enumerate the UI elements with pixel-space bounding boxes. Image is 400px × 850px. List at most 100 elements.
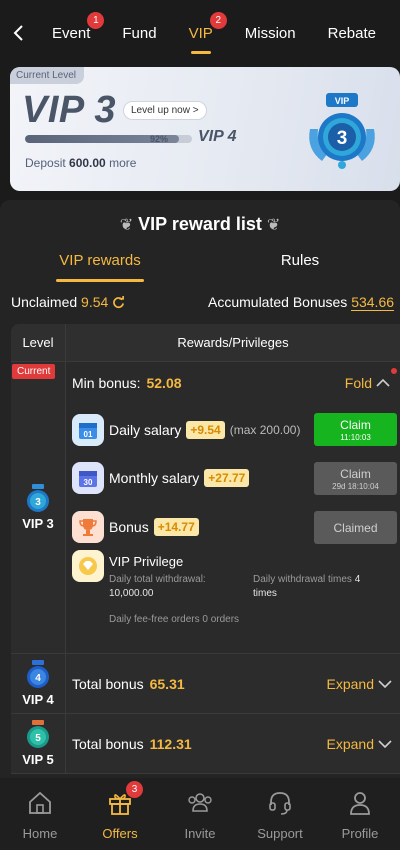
unclaimed-summary: Unclaimed 9.54 bbox=[11, 294, 125, 310]
expand-toggle[interactable]: Expand bbox=[327, 736, 392, 752]
withdrawal-label: Daily total withdrawal: bbox=[109, 574, 206, 585]
bottom-nav-profile[interactable]: Profile bbox=[325, 778, 395, 850]
header-level: Level bbox=[11, 324, 66, 361]
daily-salary-max: (max 200.00) bbox=[229, 423, 301, 437]
top-nav: Event 1 Fund VIP 2 Mission Rebate bbox=[0, 10, 400, 56]
notification-badge: 2 bbox=[209, 12, 227, 29]
claim-timer: 11:10:03 bbox=[340, 432, 371, 442]
daily-salary-label: Daily salary bbox=[109, 422, 182, 438]
bottom-nav-invite[interactable]: Invite bbox=[165, 778, 235, 850]
vip4-badge-icon: 4 bbox=[27, 660, 49, 688]
daily-claim-button[interactable]: Claim 11:10:03 bbox=[314, 413, 397, 446]
calendar-day: 30 bbox=[84, 478, 93, 487]
bonus-label: Bonus bbox=[109, 519, 149, 535]
refresh-icon[interactable] bbox=[112, 296, 125, 309]
tab-label: Mission bbox=[244, 24, 296, 42]
bottom-nav-support[interactable]: Support bbox=[245, 778, 315, 850]
tab-rebate[interactable]: Rebate bbox=[322, 10, 382, 56]
table-row-vip3: Current 3 VIP 3 Min bonus: 52.08 Fold 01… bbox=[11, 362, 400, 654]
vip-progress-percent: 92% bbox=[150, 134, 169, 144]
claim-timer: 29d 18:10:04 bbox=[332, 481, 379, 491]
withdrawal-times-label: Daily withdrawal times bbox=[253, 574, 352, 585]
vip-medal-icon: VIP 3 bbox=[309, 93, 375, 169]
fee-free-orders: Daily fee-free orders 0 orders bbox=[109, 614, 240, 625]
bonus-claimed-button[interactable]: Claimed bbox=[314, 511, 397, 544]
tab-label: Rebate bbox=[327, 24, 376, 42]
unclaimed-value: 9.54 bbox=[81, 294, 109, 310]
badge-number: 5 bbox=[35, 733, 41, 744]
bottom-nav-label: Home bbox=[22, 826, 58, 841]
trophy-icon bbox=[72, 511, 104, 543]
rewards-cell-vip5: Total bonus 112.31 Expand bbox=[66, 714, 400, 773]
home-icon bbox=[26, 788, 54, 818]
expand-toggle[interactable]: Expand bbox=[327, 676, 392, 692]
user-icon bbox=[346, 788, 374, 818]
people-icon bbox=[185, 788, 215, 818]
total-bonus: Total bonus 112.31 bbox=[72, 736, 192, 752]
badge-number: 4 bbox=[35, 673, 41, 684]
diamond-icon bbox=[72, 550, 104, 582]
expand-label: Expand bbox=[326, 675, 374, 692]
fold-toggle[interactable]: Fold bbox=[345, 375, 390, 391]
monthly-salary-chip: +27.77 bbox=[204, 469, 250, 487]
badge-number: 3 bbox=[35, 497, 41, 508]
bottom-nav-label: Invite bbox=[184, 826, 216, 841]
level-name: VIP 3 bbox=[22, 516, 54, 531]
tab-mission[interactable]: Mission bbox=[239, 10, 302, 56]
bottom-nav-offers[interactable]: 3 Offers bbox=[85, 778, 155, 850]
total-bonus-label: Total bonus bbox=[72, 735, 144, 752]
table-header: Level Rewards/Privileges bbox=[11, 324, 400, 362]
header-rewards: Rewards/Privileges bbox=[177, 335, 289, 350]
total-bonus-label: Total bonus bbox=[72, 675, 144, 692]
calendar-icon: 01 bbox=[72, 414, 104, 446]
min-bonus-label: Min bonus: bbox=[72, 375, 141, 391]
current-tag: Current bbox=[12, 364, 56, 379]
vip-rewards-table: Level Rewards/Privileges Current 3 VIP 3… bbox=[11, 324, 400, 774]
expand-label: Expand bbox=[326, 735, 374, 752]
bottom-nav-label: Support bbox=[257, 826, 303, 841]
rewards-cell-vip4: Total bonus 65.31 Expand bbox=[66, 654, 400, 713]
tab-label: Event bbox=[52, 24, 91, 42]
min-bonus: Min bonus: 52.08 bbox=[72, 375, 182, 391]
tab-vip-rewards[interactable]: VIP rewards bbox=[0, 248, 200, 286]
reward-list-title: ❦ VIP reward list ❦ bbox=[0, 214, 400, 235]
tab-vip[interactable]: VIP 2 bbox=[183, 10, 227, 56]
notification-dot bbox=[391, 368, 397, 374]
level-up-button[interactable]: Level up now > bbox=[123, 101, 207, 120]
accumulated-summary: Accumulated Bonuses 534.66 bbox=[208, 294, 395, 311]
back-button[interactable] bbox=[0, 10, 36, 56]
bottom-nav-home[interactable]: Home bbox=[5, 778, 75, 850]
notification-badge: 3 bbox=[126, 781, 143, 798]
fold-label: Fold bbox=[344, 375, 372, 391]
level-name: VIP 5 bbox=[22, 752, 54, 767]
level-cell-vip5: 5 VIP 5 bbox=[11, 714, 66, 773]
calendar-month-icon: 30 bbox=[72, 462, 104, 494]
total-bonus: Total bonus 65.31 bbox=[72, 676, 185, 692]
monthly-salary-label: Monthly salary bbox=[109, 470, 200, 486]
chevron-down-icon bbox=[378, 679, 392, 688]
table-row-vip5[interactable]: 5 VIP 5 Total bonus 112.31 Expand bbox=[11, 714, 400, 774]
chevron-up-icon bbox=[376, 378, 390, 387]
tab-rules[interactable]: Rules bbox=[200, 248, 400, 286]
claim-label: Claim bbox=[340, 466, 371, 481]
reward-list-title-text: VIP reward list bbox=[138, 214, 262, 234]
tab-fund[interactable]: Fund bbox=[116, 10, 162, 56]
unclaimed-label: Unclaimed bbox=[11, 294, 78, 310]
table-row-vip4[interactable]: 4 VIP 4 Total bonus 65.31 Expand bbox=[11, 654, 400, 714]
status-bar bbox=[0, 0, 400, 10]
deposit-prefix: Deposit bbox=[25, 156, 66, 170]
next-vip-level: VIP 4 bbox=[198, 128, 237, 145]
accumulated-label: Accumulated Bonuses bbox=[208, 294, 348, 310]
accumulated-value[interactable]: 534.66 bbox=[351, 294, 395, 311]
bottom-nav-label: Profile bbox=[341, 826, 379, 841]
deposit-suffix: more bbox=[109, 156, 137, 170]
privilege-title: VIP Privilege bbox=[109, 554, 184, 569]
withdrawal-times-value: 4 bbox=[354, 574, 361, 585]
deposit-amount: 600.00 bbox=[69, 156, 106, 170]
monthly-claim-button[interactable]: Claim 29d 18:10:04 bbox=[314, 462, 397, 495]
rewards-cell-vip3: Min bonus: 52.08 Fold 01 Daily salary +9.… bbox=[66, 362, 400, 653]
tab-event[interactable]: Event 1 bbox=[46, 10, 105, 56]
vip-reward-panel: ❦ VIP reward list ❦ VIP rewards Rules Uncl… bbox=[0, 200, 400, 778]
vip5-badge-icon: 5 bbox=[27, 720, 49, 748]
tab-label: VIP bbox=[188, 24, 213, 42]
